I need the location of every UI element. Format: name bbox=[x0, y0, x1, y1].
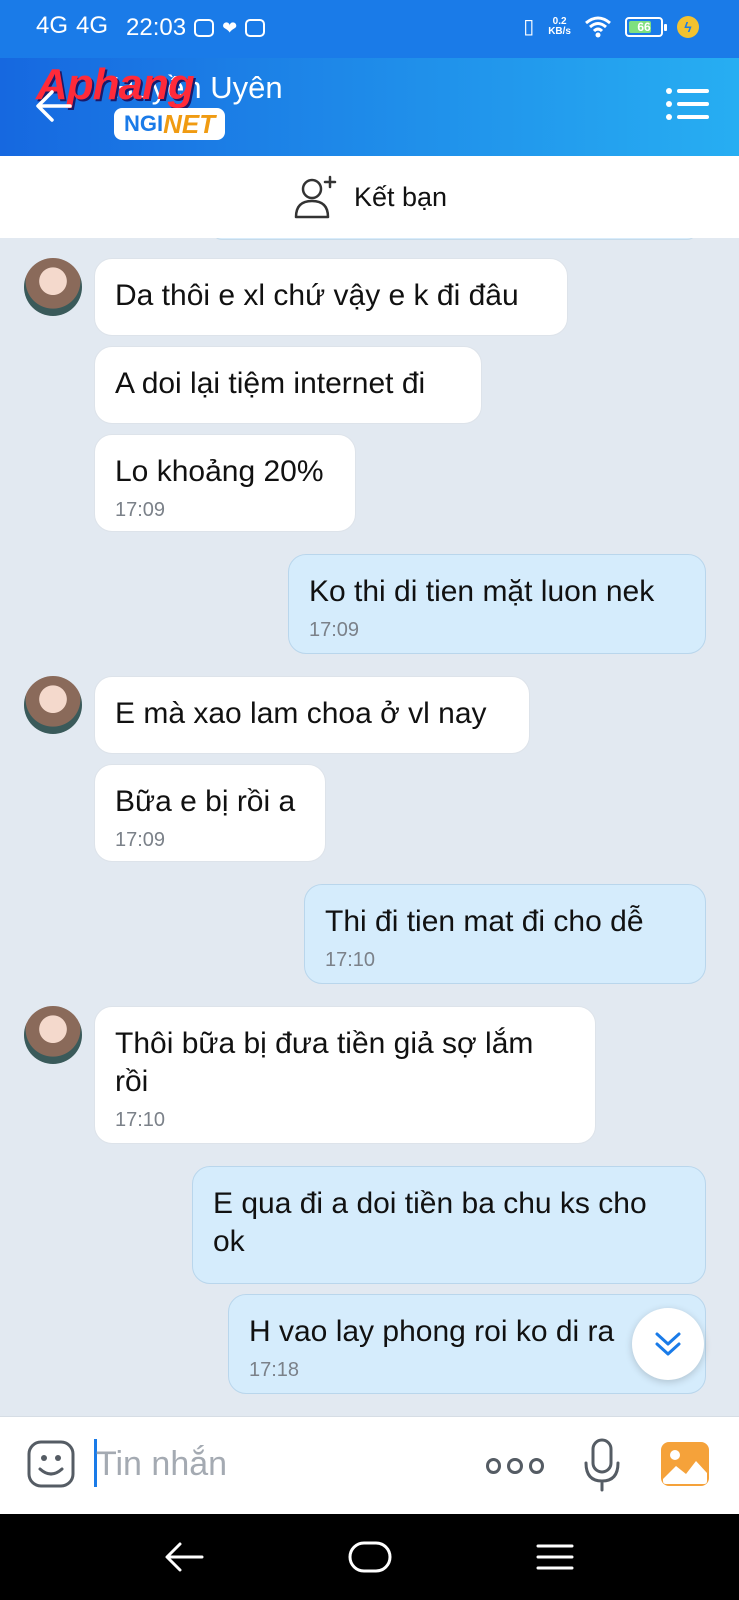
vibrate-icon: ▯ bbox=[523, 16, 535, 38]
message-time: 17:18 bbox=[249, 1359, 300, 1381]
list-menu-icon bbox=[666, 88, 709, 120]
status-bar: 4G 4G 22:03 ❤ ▯ 0.2 KB/s 66 ϟ bbox=[0, 0, 739, 58]
back-button[interactable] bbox=[34, 86, 74, 126]
emoji-icon bbox=[27, 1440, 75, 1488]
emoji-button[interactable] bbox=[26, 1439, 76, 1489]
avatar[interactable] bbox=[24, 676, 82, 734]
scroll-to-bottom-button[interactable] bbox=[632, 1308, 704, 1380]
zalo-notification-icon bbox=[194, 19, 215, 37]
message-text: Da thôi e xl chứ vậy e k đi đâu bbox=[115, 279, 519, 312]
charging-icon: ϟ bbox=[677, 15, 699, 38]
network-speed: 0.2 KB/s bbox=[548, 16, 571, 37]
avatar[interactable] bbox=[24, 258, 82, 316]
speed-unit: KB/s bbox=[548, 25, 571, 37]
clock: 22:03 bbox=[126, 14, 187, 41]
image-icon bbox=[661, 1442, 709, 1486]
message-text: E qua đi a doi tiền ba chu ks cho ok bbox=[213, 1187, 647, 1258]
message-text: Thôi bữa bị đưa tiền giả sợ lắm rồi bbox=[115, 1027, 534, 1098]
message-text: A doi lại tiệm internet đi bbox=[115, 367, 426, 400]
wifi-icon bbox=[585, 16, 611, 37]
message-text: Bữa e bị rồi a bbox=[115, 785, 296, 818]
network-type-2: 4G bbox=[75, 12, 108, 39]
menu-button[interactable] bbox=[665, 86, 709, 122]
message-text: Thi đi tien mat đi cho dễ bbox=[325, 905, 644, 938]
more-button[interactable] bbox=[486, 1455, 544, 1477]
message-incoming[interactable]: Thôi bữa bị đưa tiền giả sợ lắm rồi 17:1… bbox=[94, 1006, 596, 1144]
more-icon bbox=[486, 1458, 502, 1474]
image-button[interactable] bbox=[660, 1441, 710, 1487]
message-incoming[interactable]: A doi lại tiệm internet đi bbox=[94, 346, 482, 424]
heart-notification-icon: ❤ bbox=[222, 17, 238, 38]
microphone-icon bbox=[584, 1438, 620, 1492]
message-time: 17:09 bbox=[115, 829, 166, 851]
add-friend-label: Kết bạn bbox=[353, 181, 448, 212]
battery-level: 66 bbox=[637, 19, 651, 34]
more-icon bbox=[507, 1458, 523, 1474]
message-time: 17:09 bbox=[309, 619, 360, 641]
message-text: Ko thi di tien mặt luon nek bbox=[309, 575, 655, 608]
add-friend-icon bbox=[294, 175, 337, 219]
cell-signal-icon: 4G bbox=[36, 12, 76, 40]
nav-home-icon[interactable] bbox=[348, 1540, 392, 1574]
message-composer bbox=[0, 1416, 739, 1514]
previous-message-bubble bbox=[212, 238, 697, 240]
message-incoming[interactable]: Da thôi e xl chứ vậy e k đi đâu bbox=[94, 258, 568, 336]
more-icon bbox=[528, 1458, 544, 1474]
message-incoming[interactable]: Bữa e bị rồi a 17:09 bbox=[94, 764, 326, 862]
battery-icon: 66 bbox=[625, 16, 667, 37]
double-chevron-down-icon bbox=[655, 1332, 681, 1356]
message-text: Lo khoảng 20% bbox=[115, 455, 324, 488]
system-nav-bar bbox=[0, 1514, 739, 1600]
nav-back-icon[interactable] bbox=[164, 1540, 204, 1574]
message-time: 17:09 bbox=[115, 499, 166, 521]
message-input[interactable] bbox=[96, 1441, 456, 1487]
message-outgoing[interactable]: E qua đi a doi tiền ba chu ks cho ok bbox=[192, 1166, 706, 1284]
add-friend-bar[interactable]: Kết bạn bbox=[0, 156, 739, 238]
chat-header: Huyền Uyên Aphang NGI NET bbox=[0, 58, 739, 156]
avatar[interactable] bbox=[24, 1006, 82, 1064]
message-text: E mà xao lam choa ở vl nay bbox=[115, 697, 487, 730]
network-type-1: 4G bbox=[35, 12, 68, 39]
message-time: 17:10 bbox=[325, 949, 376, 971]
message-outgoing[interactable]: Thi đi tien mat đi cho dễ 17:10 bbox=[304, 884, 706, 984]
cell-signal-icon: 4G bbox=[76, 12, 116, 40]
message-text: H vao lay phong roi ko di ra bbox=[249, 1315, 615, 1348]
nav-recents-icon[interactable] bbox=[536, 1540, 574, 1574]
message-outgoing[interactable]: Ko thi di tien mặt luon nek 17:09 bbox=[288, 554, 706, 654]
message-incoming[interactable]: Lo khoảng 20% 17:09 bbox=[94, 434, 356, 532]
arrow-left-icon bbox=[36, 90, 72, 122]
message-incoming[interactable]: E mà xao lam choa ở vl nay bbox=[94, 676, 530, 754]
calendar-notification-icon bbox=[245, 19, 266, 37]
voice-button[interactable] bbox=[582, 1437, 622, 1493]
message-time: 17:10 bbox=[115, 1109, 166, 1131]
chat-area[interactable]: Da thôi e xl chứ vậy e k đi đâu A doi lạ… bbox=[0, 238, 739, 1416]
